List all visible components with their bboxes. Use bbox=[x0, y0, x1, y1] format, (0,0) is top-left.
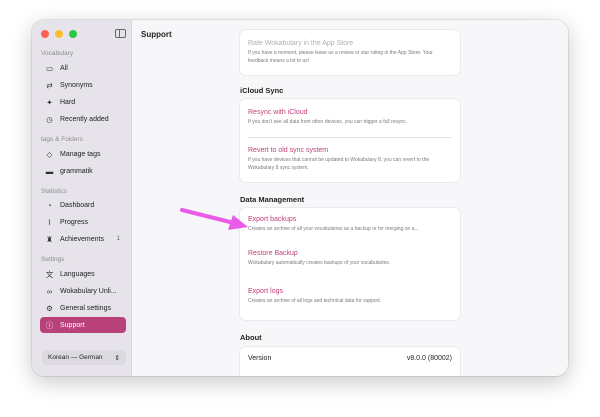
section-settings: Settings bbox=[41, 256, 65, 263]
language-pair-label: Korean — German bbox=[48, 354, 103, 361]
version-value: v8.0.0 (80002) bbox=[406, 354, 452, 362]
sidebar-item-label: Recently added bbox=[60, 115, 109, 123]
sidebar-item-recently-added[interactable]: ◷ Recently added bbox=[40, 111, 126, 127]
dashboard-icon: ◔ bbox=[47, 200, 52, 210]
section-vocabulary: Vocabulary bbox=[41, 50, 74, 57]
version-row: Version v8.0.0 (80002) bbox=[240, 347, 460, 369]
sidebar-item-all[interactable]: ▭ All bbox=[40, 60, 126, 76]
infinity-icon: ∞ bbox=[46, 286, 53, 296]
version-label: Version bbox=[248, 354, 272, 362]
sidebar-item-wokabulary-unlimited[interactable]: ∞ Wokabulary Unli... bbox=[40, 283, 126, 299]
sidebar-item-label: Dashboard bbox=[60, 201, 95, 209]
sidebar-item-label: General settings bbox=[60, 304, 111, 312]
export-logs-desc: Creates an archive of all logs and techn… bbox=[248, 298, 382, 304]
synonyms-icon: ⇄ bbox=[46, 80, 53, 90]
achievements-count-badge: 1 bbox=[116, 236, 120, 242]
sidebar-item-label: All bbox=[60, 64, 68, 72]
data-management-heading: Data Management bbox=[240, 195, 305, 204]
sidebar-toggle-icon[interactable] bbox=[115, 29, 126, 38]
help-icon: ⓘ bbox=[45, 320, 54, 330]
icloud-sync-card: Resync with iCloud If you don't see all … bbox=[240, 99, 460, 182]
sidebar-item-label: Progress bbox=[60, 218, 89, 226]
export-logs-row[interactable]: Export logs Creates an archive of all lo… bbox=[240, 282, 460, 306]
app-window: Vocabulary ▭ All ⇄ Synonyms ✦ Hard ◷ Rec… bbox=[32, 20, 568, 376]
about-card: Version v8.0.0 (80002) bbox=[240, 347, 460, 376]
sidebar-item-label: Manage tags bbox=[60, 150, 101, 158]
main-content: Support Rate Wokabulary in the App Store… bbox=[132, 20, 568, 376]
window-controls bbox=[41, 30, 77, 38]
sidebar-item-label: Support bbox=[60, 321, 85, 329]
sidebar-item-languages[interactable]: 文 Languages bbox=[40, 266, 126, 282]
language-pair-select[interactable]: Korean — German ⇕ bbox=[42, 350, 126, 365]
tag-icon: ◇ bbox=[46, 149, 53, 159]
section-tags: tags & Folders bbox=[41, 136, 83, 143]
sidebar-item-support[interactable]: ⓘ Support bbox=[40, 317, 126, 333]
page-title: Support bbox=[141, 30, 172, 39]
export-backups-desc: Creates an archive of all your vocabular… bbox=[248, 226, 419, 232]
chevron-up-down-icon: ⇕ bbox=[114, 354, 120, 362]
sidebar-item-progress[interactable]: ⌇ Progress bbox=[40, 214, 126, 230]
sidebar-item-label: Languages bbox=[60, 270, 95, 278]
tray-icon: ▭ bbox=[45, 63, 54, 73]
export-backups-title: Export backups bbox=[248, 216, 297, 223]
minimize-window-button[interactable] bbox=[55, 30, 63, 38]
chart-icon: ⌇ bbox=[47, 217, 52, 227]
sparkle-icon: ✦ bbox=[46, 97, 53, 107]
restore-backup-row[interactable]: Restore Backup Wokabulary automatically … bbox=[240, 244, 460, 282]
restore-backup-title: Restore Backup bbox=[248, 250, 298, 257]
sidebar-item-label: Achievements bbox=[60, 235, 104, 243]
rate-row[interactable]: Rate Wokabulary in the App Store If you … bbox=[240, 30, 460, 65]
revert-sync-row[interactable]: Revert to old sync system If you have de… bbox=[240, 138, 460, 172]
about-heading: About bbox=[240, 333, 262, 342]
restore-backup-desc: Wokabulary automatically creates backups… bbox=[248, 260, 391, 266]
close-window-button[interactable] bbox=[41, 30, 49, 38]
sidebar-item-label: grammatik bbox=[60, 167, 93, 175]
resync-icloud-row[interactable]: Resync with iCloud If you don't see all … bbox=[240, 99, 460, 137]
sidebar-item-grammatik[interactable]: ▬ grammatik bbox=[40, 163, 126, 179]
languages-icon: 文 bbox=[45, 269, 54, 279]
section-statistics: Statistics bbox=[41, 188, 68, 195]
sidebar-item-hard[interactable]: ✦ Hard bbox=[40, 94, 126, 110]
sidebar-item-label: Synonyms bbox=[60, 81, 93, 89]
sidebar-item-label: Hard bbox=[60, 98, 76, 106]
sidebar-item-dashboard[interactable]: ◔ Dashboard bbox=[40, 197, 126, 213]
folder-icon: ▬ bbox=[45, 166, 54, 176]
revert-sync-desc: If you have devices that cannot be updat… bbox=[248, 157, 430, 171]
sidebar-item-manage-tags[interactable]: ◇ Manage tags bbox=[40, 146, 126, 162]
data-management-card: Export backups Creates an archive of all… bbox=[240, 208, 460, 320]
export-backups-row[interactable]: Export backups Creates an archive of all… bbox=[240, 208, 460, 244]
revert-sync-title: Revert to old sync system bbox=[248, 147, 329, 154]
rate-desc: If you have a moment, please leave us a … bbox=[248, 50, 433, 64]
zoom-window-button[interactable] bbox=[69, 30, 77, 38]
export-logs-title: Export logs bbox=[248, 288, 284, 295]
sidebar-item-synonyms[interactable]: ⇄ Synonyms bbox=[40, 77, 126, 93]
sidebar-item-general-settings[interactable]: ⚙ General settings bbox=[40, 300, 126, 316]
trophy-icon: ♜ bbox=[46, 234, 53, 244]
sidebar-item-label: Wokabulary Unli... bbox=[60, 287, 117, 295]
rate-card: Rate Wokabulary in the App Store If you … bbox=[240, 30, 460, 75]
icloud-sync-heading: iCloud Sync bbox=[240, 86, 284, 95]
gear-icon: ⚙ bbox=[46, 303, 53, 313]
resync-icloud-title: Resync with iCloud bbox=[248, 109, 308, 116]
sidebar-item-achievements[interactable]: ♜ Achievements 1 bbox=[40, 231, 126, 247]
resync-icloud-desc: If you don't see all data from other dev… bbox=[248, 119, 408, 125]
sidebar: Vocabulary ▭ All ⇄ Synonyms ✦ Hard ◷ Rec… bbox=[32, 20, 132, 376]
rate-title: Rate Wokabulary in the App Store bbox=[248, 40, 354, 47]
clock-icon: ◷ bbox=[46, 114, 53, 124]
